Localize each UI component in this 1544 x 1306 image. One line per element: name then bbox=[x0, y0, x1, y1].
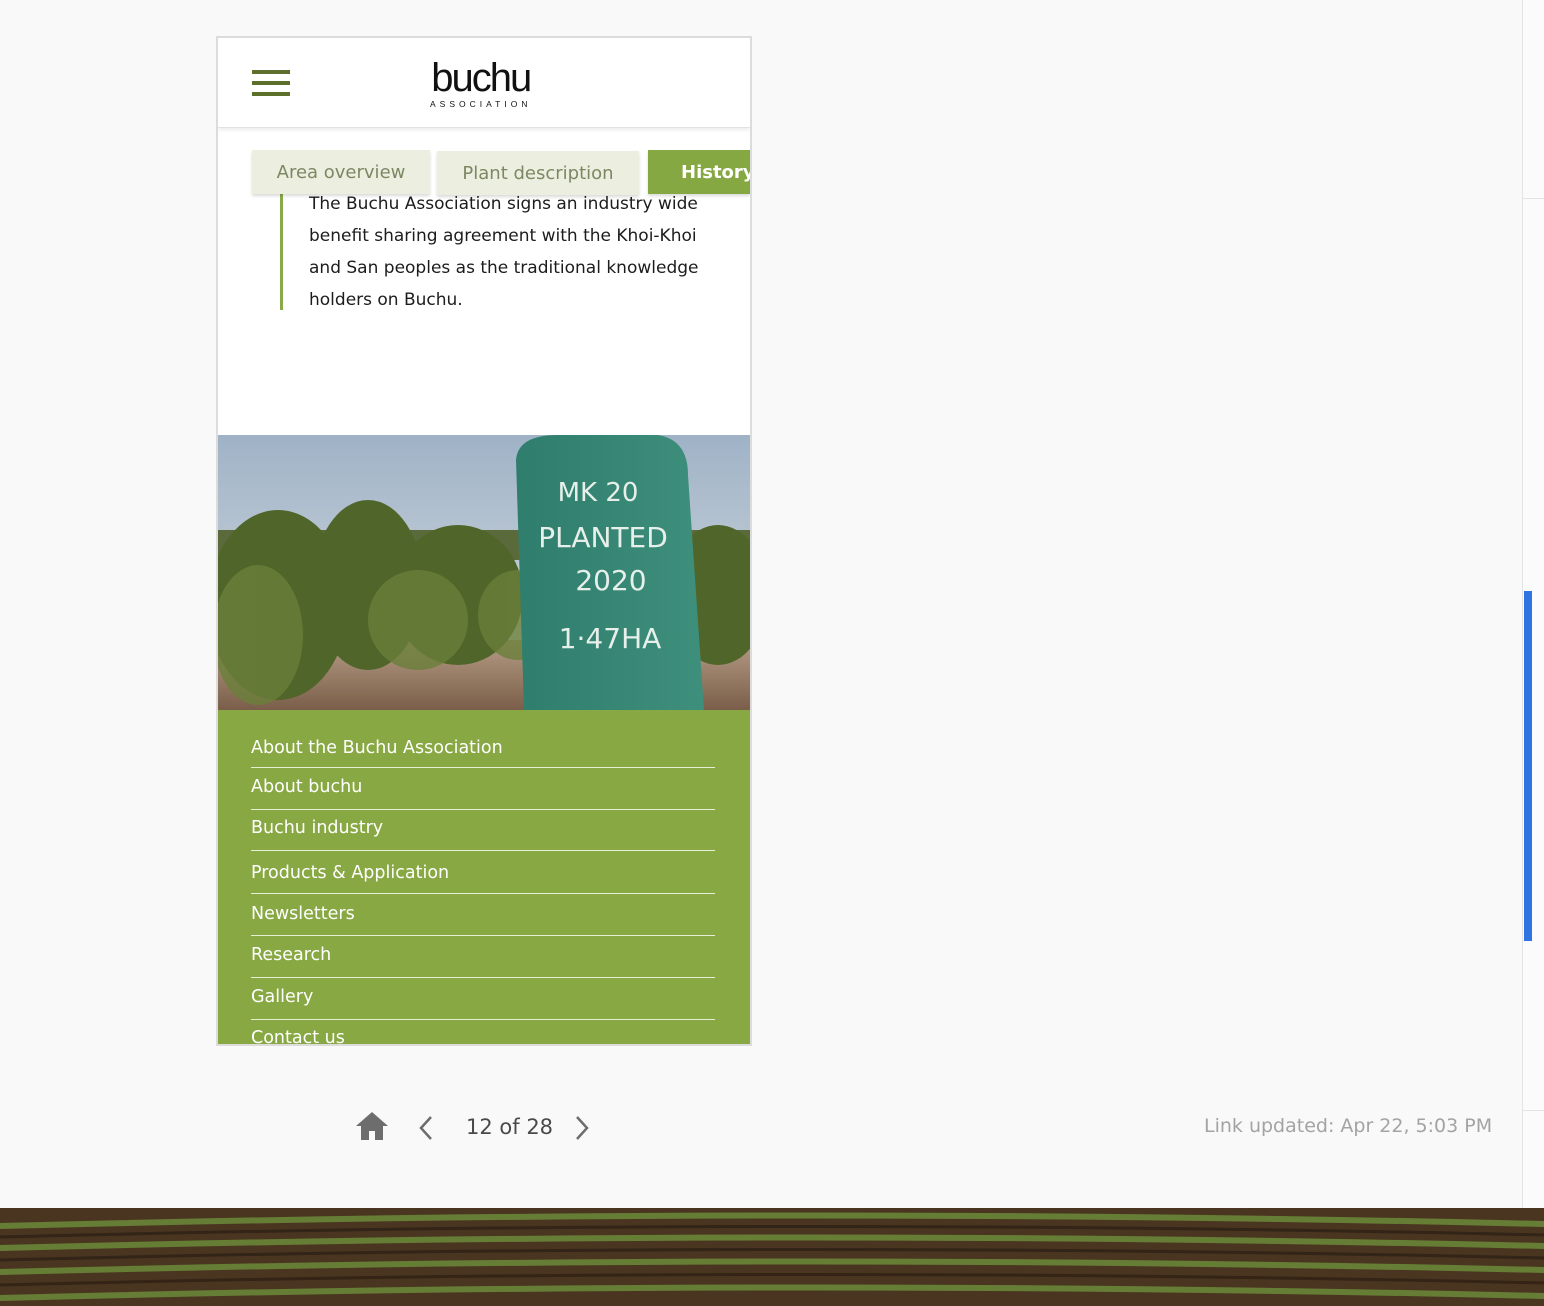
link-updated-status: Link updated: Apr 22, 5:03 PM bbox=[1204, 1115, 1493, 1137]
footer-link-products[interactable]: Products & Application bbox=[251, 863, 715, 894]
sign-text-line2: PLANTED bbox=[538, 521, 668, 554]
footer-link-buchu-industry[interactable]: Buchu industry bbox=[251, 818, 715, 851]
footer-navigation: About the Buchu Association About buchu … bbox=[218, 710, 750, 1044]
sign-text-line4: 1·47HA bbox=[559, 622, 662, 655]
page-counter: 12 of 28 bbox=[466, 1115, 554, 1139]
site-header: buchu ASSOCIATION bbox=[218, 38, 750, 128]
hamburger-menu-icon[interactable] bbox=[252, 70, 290, 100]
footer-link-research[interactable]: Research bbox=[251, 945, 715, 978]
logo-subtitle: ASSOCIATION bbox=[430, 99, 532, 109]
history-paragraph: The Buchu Association signs an industry … bbox=[309, 194, 699, 310]
chevron-left-icon[interactable] bbox=[416, 1113, 436, 1143]
site-logo[interactable]: buchu ASSOCIATION bbox=[430, 56, 532, 109]
buchu-field-photo: MK 20 PLANTED 2020 1·47HA bbox=[218, 435, 750, 710]
footer-link-about-association[interactable]: About the Buchu Association bbox=[251, 738, 715, 768]
scroll-indicator[interactable] bbox=[1524, 591, 1532, 941]
sign-text-line3: 2020 bbox=[575, 564, 646, 597]
home-icon[interactable] bbox=[354, 1110, 390, 1142]
footer-link-about-buchu[interactable]: About buchu bbox=[251, 777, 715, 810]
sign-text-line1: MK 20 bbox=[558, 478, 639, 508]
tab-area-overview[interactable]: Area overview bbox=[252, 150, 430, 194]
footer-link-newsletters[interactable]: Newsletters bbox=[251, 904, 715, 936]
tab-plant-description[interactable]: Plant description bbox=[437, 151, 639, 195]
timeline-line bbox=[280, 194, 283, 310]
footer-link-contact[interactable]: Contact us bbox=[251, 1028, 715, 1044]
mobile-preview-frame: buchu ASSOCIATION Area overview Plant de… bbox=[216, 36, 752, 1046]
vineyard-background-image bbox=[0, 1208, 1544, 1306]
divider bbox=[1523, 1110, 1544, 1111]
footer-link-gallery[interactable]: Gallery bbox=[251, 987, 715, 1020]
divider bbox=[1523, 198, 1544, 199]
chevron-right-icon[interactable] bbox=[572, 1113, 592, 1143]
tab-history[interactable]: History bbox=[648, 150, 750, 194]
logo-wordmark: buchu bbox=[431, 56, 532, 100]
